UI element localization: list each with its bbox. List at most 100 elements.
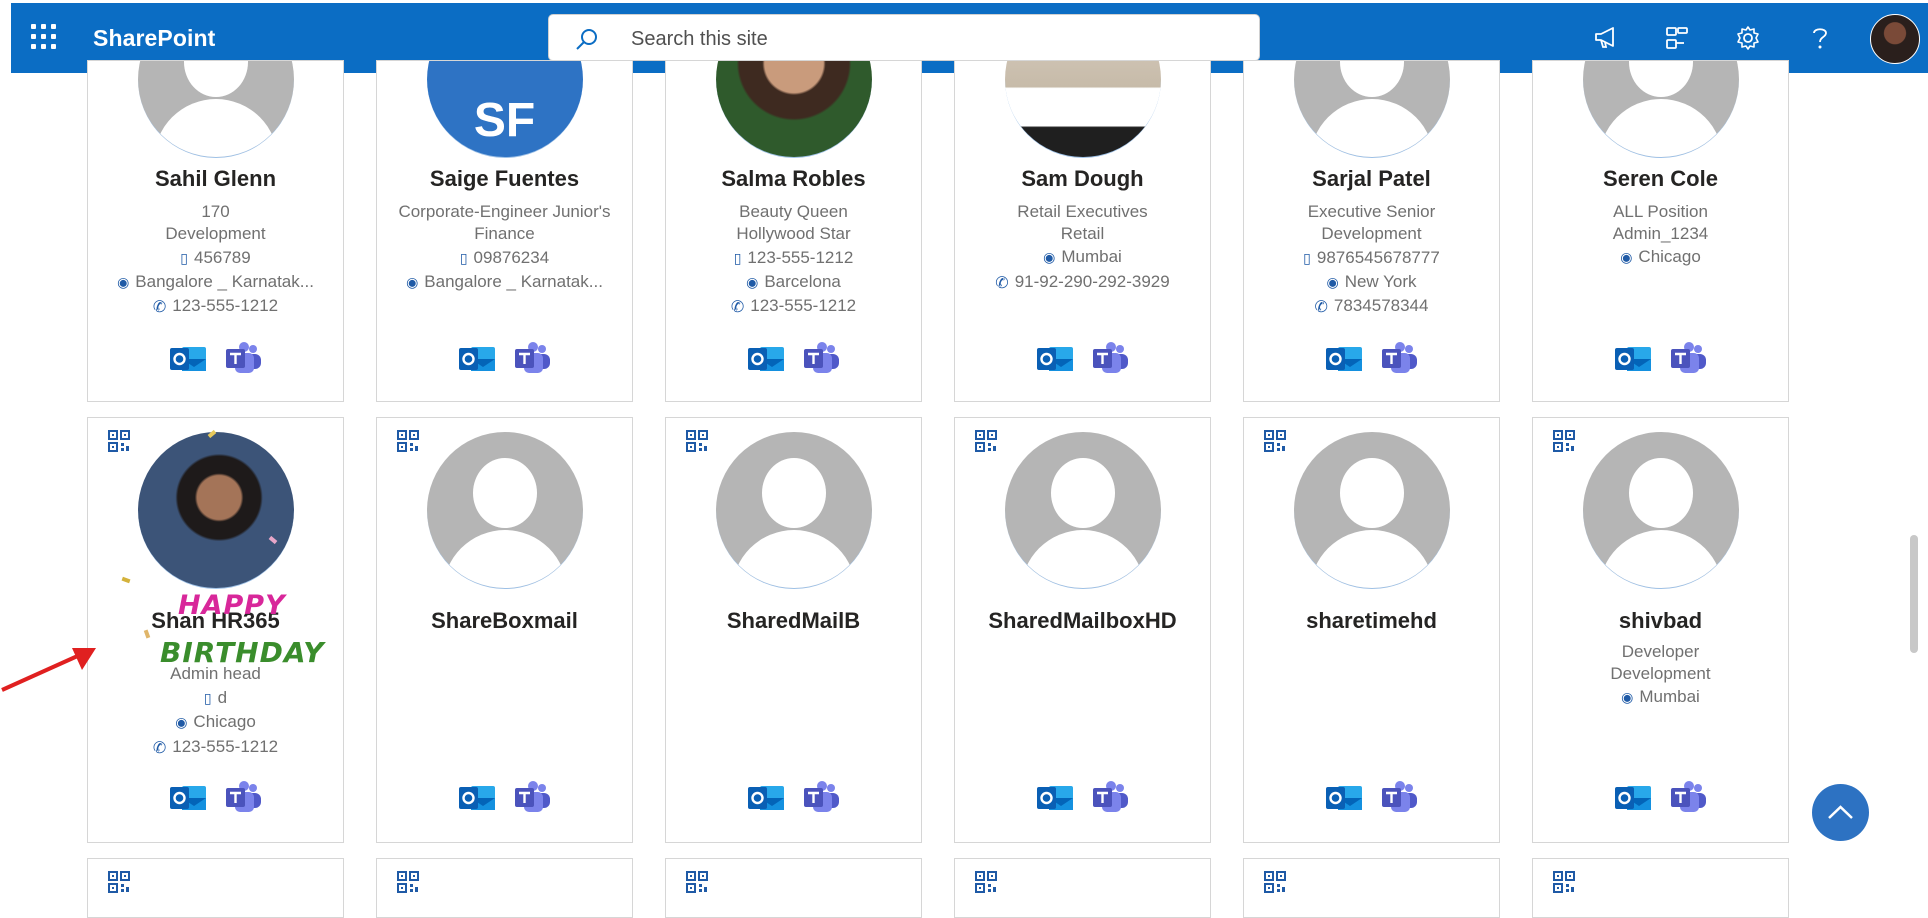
outlook-icon[interactable] — [746, 341, 786, 377]
people-card[interactable]: Sahil Glenn 170 Development ▯ 456789 ◉ Ban… — [87, 60, 344, 402]
card-name[interactable]: sharetimehd — [1244, 608, 1499, 634]
qr-code-icon[interactable] — [397, 430, 419, 457]
people-card[interactable] — [665, 858, 922, 918]
outlook-icon[interactable] — [1035, 341, 1075, 377]
phone-mobile-icon: ▯ — [180, 250, 188, 267]
teams-icon[interactable] — [224, 341, 264, 377]
people-card[interactable]: Sam Dough Retail Executives Retail ◉ Mumb… — [954, 60, 1211, 402]
gear-icon[interactable] — [1735, 25, 1761, 51]
avatar — [1582, 432, 1739, 589]
outlook-icon[interactable] — [457, 780, 497, 816]
qr-code-icon[interactable] — [1264, 430, 1286, 457]
waffle-icon[interactable] — [31, 24, 57, 50]
teams-icon[interactable] — [513, 341, 553, 377]
scroll-to-top-button[interactable] — [1812, 784, 1869, 841]
search-input[interactable]: Search this site — [631, 28, 768, 51]
outlook-icon[interactable] — [1035, 780, 1075, 816]
card-phone: ✆ 91-92-290-292-3929 — [995, 272, 1170, 292]
avatar — [137, 432, 294, 589]
people-card[interactable]: SharedMailboxHD — [954, 417, 1211, 843]
teams-icon[interactable] — [1669, 341, 1709, 377]
card-name[interactable]: SharedMailB — [666, 608, 921, 634]
people-card[interactable] — [87, 858, 344, 918]
card-name[interactable]: shivbad — [1533, 608, 1788, 634]
people-card[interactable]: SF Saige Fuentes Corporate-Engineer Juni… — [376, 60, 633, 402]
card-location: ◉ Bangalore _ Karnatak... — [117, 272, 314, 291]
annotation-arrow — [1, 648, 96, 692]
teams-icon[interactable] — [513, 780, 553, 816]
card-name[interactable]: Sahil Glenn — [88, 166, 343, 192]
qr-code-icon[interactable] — [1264, 871, 1286, 898]
qr-code-icon[interactable] — [686, 871, 708, 898]
card-name[interactable]: Sarjal Patel — [1244, 166, 1499, 192]
teams-icon[interactable] — [1380, 780, 1420, 816]
outlook-icon[interactable] — [1324, 780, 1364, 816]
help-icon[interactable] — [1809, 25, 1831, 51]
qr-code-icon[interactable] — [686, 430, 708, 457]
card-department: Admin_1234 — [1612, 224, 1709, 243]
teams-icon[interactable] — [802, 341, 842, 377]
outlook-icon[interactable] — [1613, 780, 1653, 816]
card-name[interactable]: ShareBoxmail — [377, 608, 632, 634]
card-name[interactable]: Sam Dough — [955, 166, 1210, 192]
people-card[interactable]: SharedMailB — [665, 417, 922, 843]
megaphone-icon[interactable] — [1593, 25, 1619, 51]
teams-icon[interactable] — [1669, 780, 1709, 816]
qr-code-icon[interactable] — [975, 430, 997, 457]
people-card[interactable] — [954, 858, 1211, 918]
avatar — [715, 432, 872, 589]
avatar — [1004, 61, 1161, 158]
qr-code-icon[interactable] — [975, 871, 997, 898]
people-card[interactable]: Shan HR365 Admin head ▯ d ◉ Chicago ✆ 123-5… — [87, 417, 344, 843]
people-card[interactable] — [1243, 858, 1500, 918]
scrollbar-thumb[interactable] — [1910, 535, 1918, 653]
qr-code-icon[interactable] — [1553, 430, 1575, 457]
card-job-title: ALL Position — [1613, 202, 1708, 221]
location-icon: ◉ — [1043, 249, 1056, 266]
card-location: ◉ Mumbai — [1621, 687, 1700, 706]
people-card[interactable]: Salma Robles Beauty Queen Hollywood Star… — [665, 60, 922, 402]
phone-icon: ✆ — [152, 298, 167, 316]
outlook-icon[interactable] — [1613, 341, 1653, 377]
outlook-icon[interactable] — [746, 780, 786, 816]
outlook-icon[interactable] — [457, 341, 497, 377]
people-card[interactable]: Seren Cole ALL Position Admin_1234 ◉ Chic… — [1532, 60, 1789, 402]
location-icon: ◉ — [1620, 249, 1633, 266]
qr-code-icon[interactable] — [397, 871, 419, 898]
teams-icon[interactable] — [1091, 780, 1131, 816]
card-location: ◉ Bangalore _ Karnatak... — [406, 272, 603, 291]
people-card[interactable]: shivbad Developer Development ◉ Mumbai — [1532, 417, 1789, 843]
phone-icon: ✆ — [1314, 298, 1328, 316]
card-name[interactable]: SharedMailboxHD — [955, 608, 1210, 634]
qr-code-icon[interactable] — [1553, 871, 1575, 898]
people-card[interactable]: Sarjal Patel Executive Senior Developmen… — [1243, 60, 1500, 402]
phone-mobile-icon: ▯ — [459, 250, 468, 267]
qr-code-icon[interactable] — [108, 430, 130, 457]
card-name[interactable]: Salma Robles — [666, 166, 921, 192]
people-card[interactable] — [1532, 858, 1789, 918]
teams-icon[interactable] — [802, 780, 842, 816]
teams-icon[interactable] — [1091, 341, 1131, 377]
card-location: ◉ Chicago — [175, 712, 256, 731]
teams-icon[interactable] — [224, 780, 264, 816]
phone-icon: ✆ — [730, 298, 745, 316]
outlook-icon[interactable] — [168, 341, 208, 377]
card-department: Retail — [1060, 224, 1105, 243]
card-name[interactable]: Saige Fuentes — [377, 166, 632, 192]
people-card[interactable]: ShareBoxmail — [376, 417, 633, 843]
outlook-icon[interactable] — [1324, 341, 1364, 377]
teams-icon[interactable] — [1380, 341, 1420, 377]
card-name[interactable]: Seren Cole — [1533, 166, 1788, 192]
profile-avatar[interactable] — [1870, 14, 1920, 64]
people-card[interactable] — [376, 858, 633, 918]
card-department: Finance — [474, 224, 535, 243]
connections-icon[interactable] — [1664, 25, 1690, 51]
qr-code-icon[interactable] — [108, 871, 130, 898]
app-title[interactable]: SharePoint — [93, 25, 215, 52]
avatar — [715, 61, 872, 158]
outlook-icon[interactable] — [168, 780, 208, 816]
people-card[interactable]: sharetimehd — [1243, 417, 1500, 843]
avatar — [1293, 432, 1450, 589]
card-phone: ✆ 123-555-1212 — [152, 737, 279, 757]
search-box[interactable]: Search this site — [548, 14, 1260, 61]
